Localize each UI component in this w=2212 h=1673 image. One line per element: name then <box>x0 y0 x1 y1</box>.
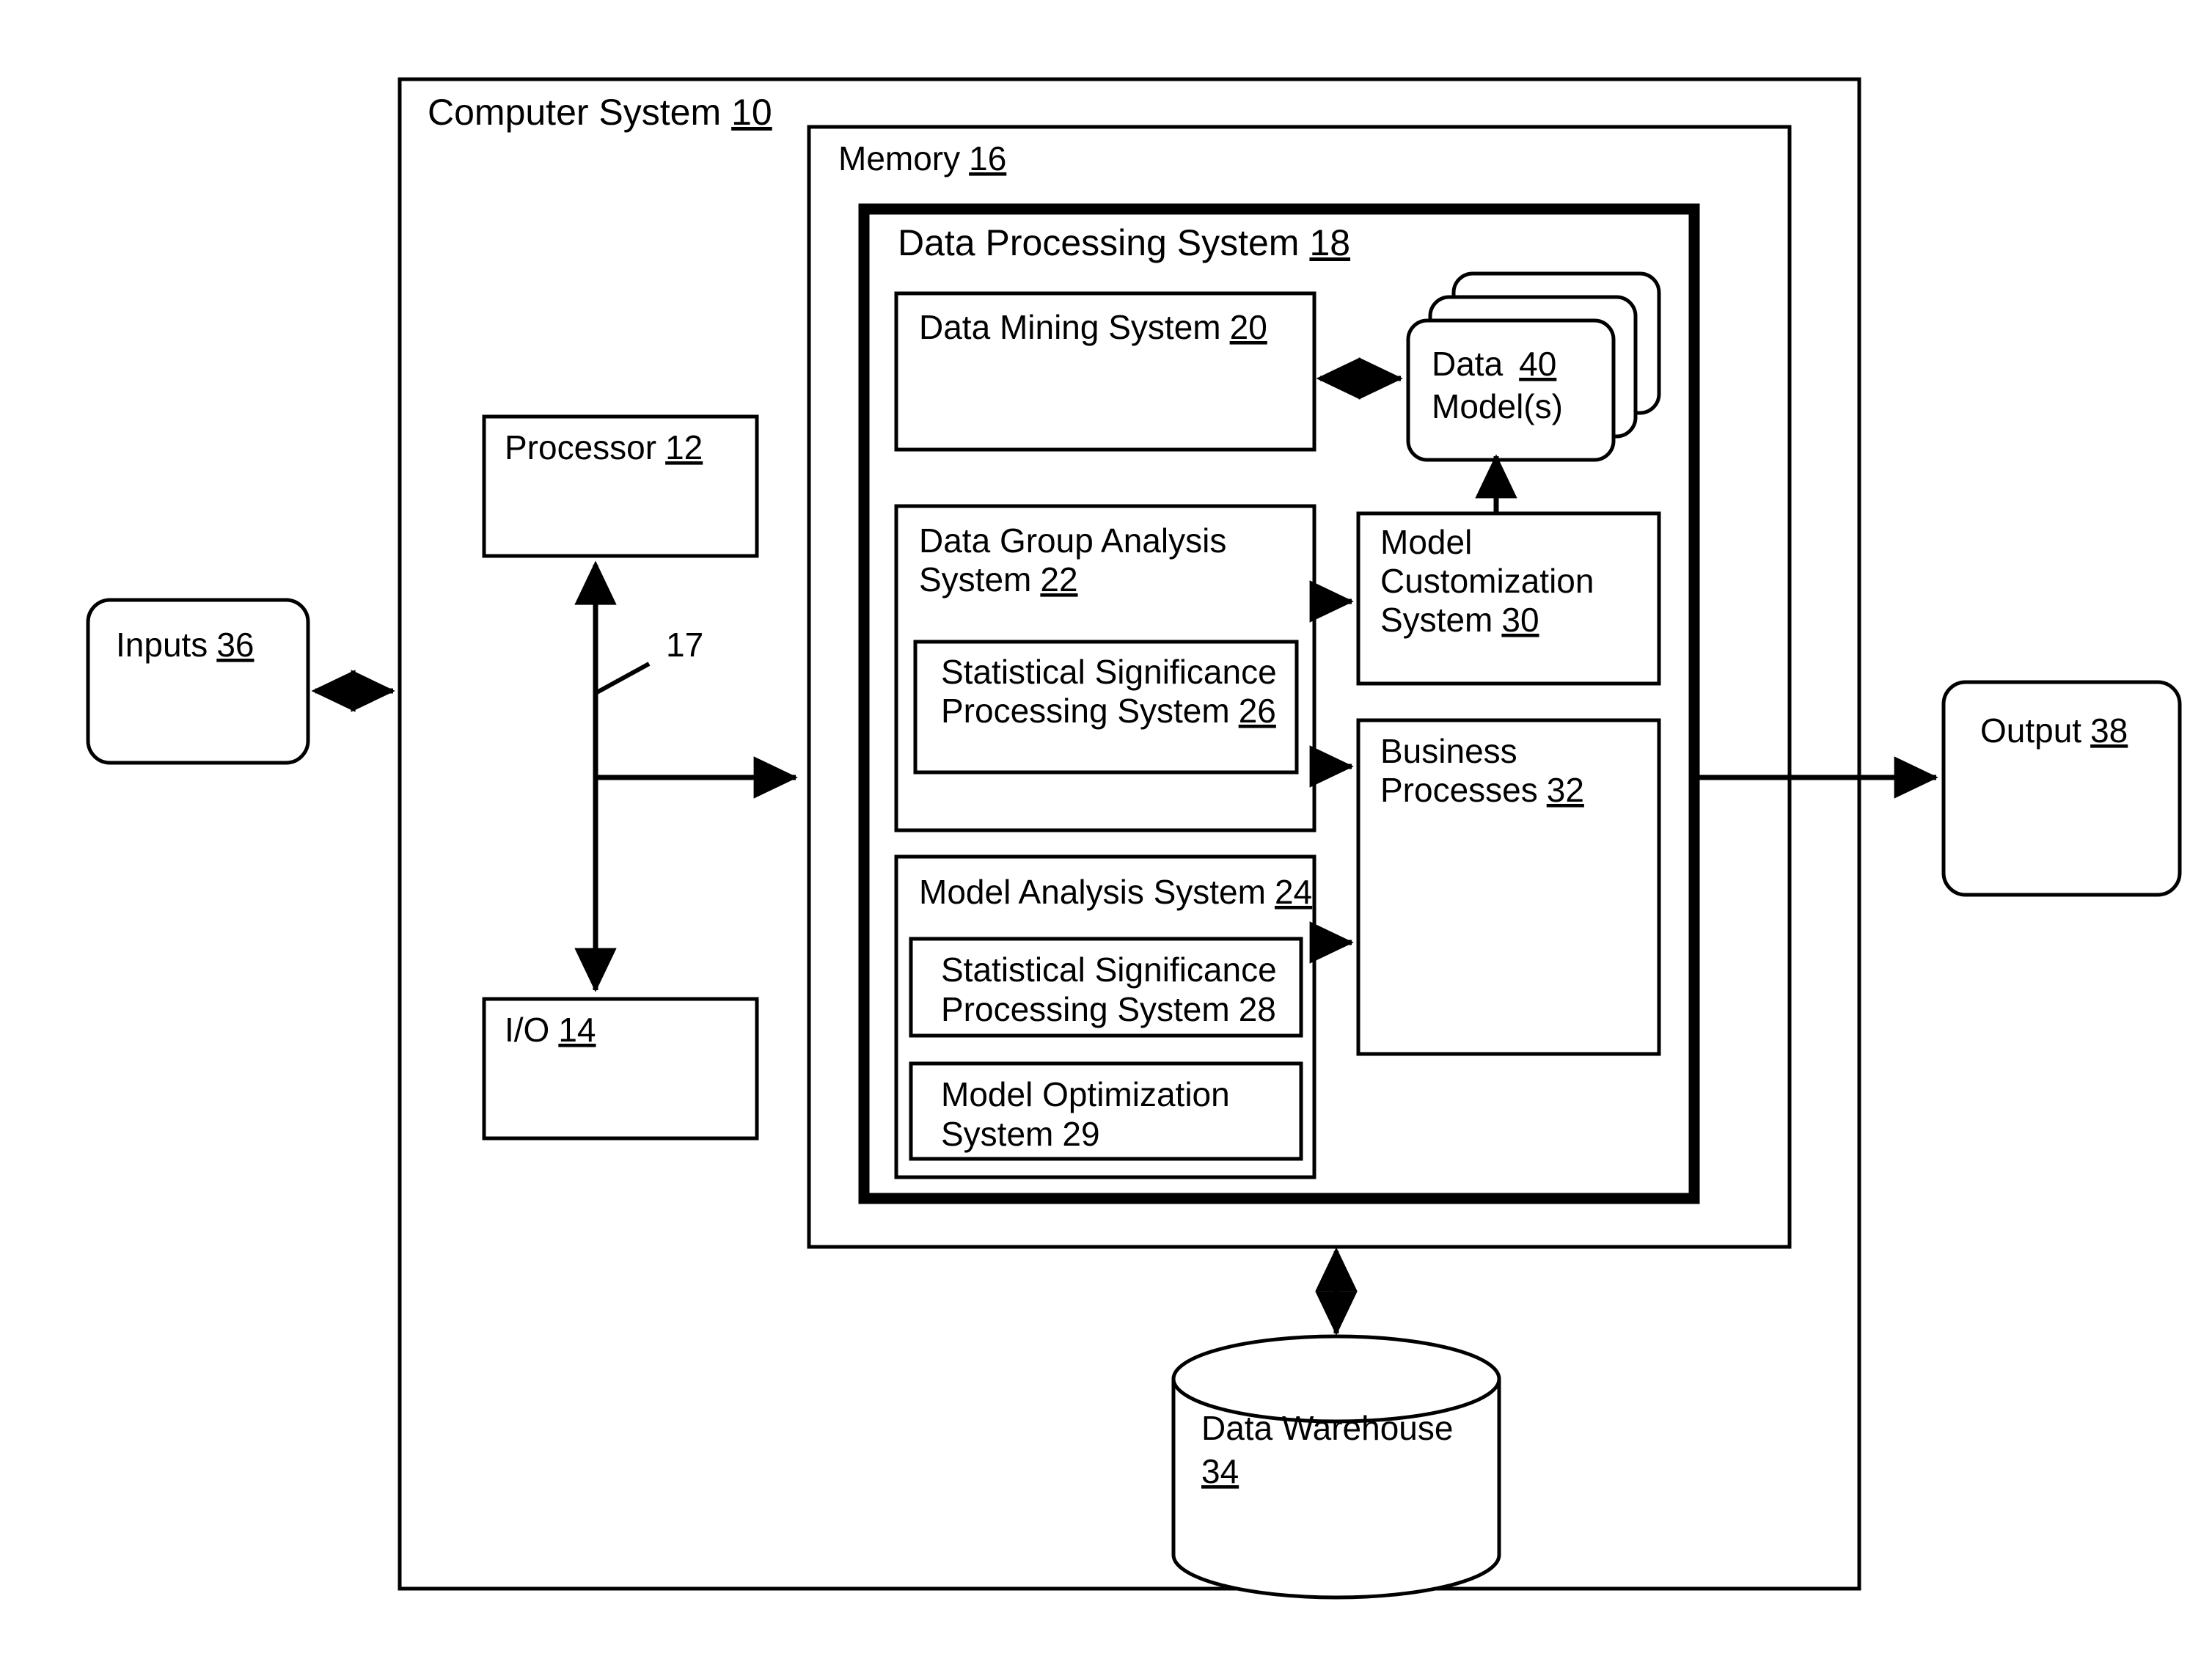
model-customization-system-block: Model Customization System 30 <box>1356 511 1661 686</box>
business-processes-label-line2: Processes 32 <box>1380 771 1584 809</box>
data-warehouse-label-line2: 34 <box>1201 1452 1239 1490</box>
model-analysis-system-label: Model Analysis System 24 <box>919 873 1312 911</box>
data-group-analysis-system-label-line2: System 22 <box>919 560 1078 598</box>
figure-root: Computer System 10 Memory 16 Data Processi… <box>0 0 2212 1673</box>
model-customization-system-label-line2: Customization <box>1380 562 1594 600</box>
output-block: Output 38 <box>1941 680 2182 897</box>
data-mining-system-label: Data Mining System 20 <box>919 308 1267 346</box>
bus-reference-leader: 17 <box>594 626 703 695</box>
data-mining-system-block: Data Mining System 20 <box>894 291 1316 452</box>
data-models-label-line1: Data 40 <box>1432 345 1556 383</box>
statistical-significance-26-block: Statistical Significance Processing Syst… <box>913 640 1299 775</box>
data-group-analysis-system-label-line1: Data Group Analysis <box>919 521 1226 560</box>
io-block: I/O 14 <box>482 997 759 1141</box>
statistical-significance-28-label-line1: Statistical Significance <box>941 951 1277 989</box>
computer-system-label: Computer System 10 <box>428 92 772 133</box>
processor-block: Processor 12 <box>482 414 759 558</box>
model-optimization-system-block: Model Optimization System 29 <box>909 1061 1303 1161</box>
data-models-stack: Data 40 Model(s) <box>1406 271 1661 462</box>
model-customization-system-label-line1: Model <box>1380 523 1472 561</box>
statistical-significance-28-label-line2: Processing System 28 <box>941 990 1276 1028</box>
model-analysis-system-block: Model Analysis System 24 Statistical Sign… <box>894 854 1316 1179</box>
memory-label: Memory 16 <box>838 139 1006 177</box>
inputs-block: Inputs 36 <box>86 598 310 765</box>
business-processes-label-line1: Business <box>1380 732 1517 770</box>
data-group-analysis-system-block: Data Group Analysis System 22 Statistical… <box>894 504 1316 832</box>
statistical-significance-26-label-line2: Processing System 26 <box>941 692 1276 730</box>
output-label: Output 38 <box>1980 711 2128 750</box>
bus-label: 17 <box>666 626 703 664</box>
io-label: I/O 14 <box>505 1011 596 1049</box>
data-processing-system-label: Data Processing System 18 <box>898 222 1350 263</box>
model-customization-system-label-line3: System 30 <box>1380 601 1539 639</box>
patent-block-diagram: Computer System 10 Memory 16 Data Processi… <box>86 77 2182 1600</box>
model-optimization-system-label-line2: System 29 <box>941 1115 1100 1153</box>
processor-label: Processor 12 <box>505 428 703 466</box>
model-optimization-system-label-line1: Model Optimization <box>941 1075 1230 1113</box>
statistical-significance-28-block: Statistical Significance Processing Syst… <box>909 937 1303 1038</box>
data-models-label-line2: Model(s) <box>1432 387 1563 425</box>
statistical-significance-26-label-line1: Statistical Significance <box>941 653 1277 691</box>
inputs-label: Inputs 36 <box>116 626 254 664</box>
business-processes-block: Business Processes 32 <box>1356 718 1661 1056</box>
data-warehouse-label-line1: Data Warehouse <box>1201 1409 1453 1447</box>
data-warehouse-cylinder: Data Warehouse 34 <box>1171 1334 1501 1600</box>
